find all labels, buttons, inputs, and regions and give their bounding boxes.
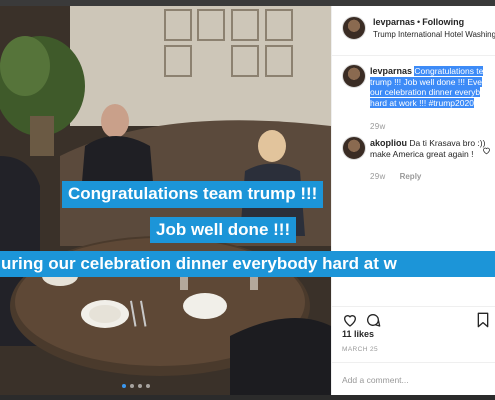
caption-line-2: trump !!! Job well done !!! Eve <box>370 76 482 87</box>
backdrop-bottom <box>0 395 495 400</box>
add-comment-placeholder[interactable]: Add a comment... <box>342 375 409 385</box>
post-date: MARCH 25 <box>342 346 379 353</box>
comment-timestamp[interactable]: 29w <box>370 172 386 181</box>
overlay-caption-2: Job well done !!! <box>150 217 297 243</box>
caption-username[interactable]: levparnas <box>370 66 412 76</box>
follow-status[interactable]: Following <box>422 17 464 27</box>
carousel-dot-3[interactable] <box>138 384 142 388</box>
likes-count[interactable]: 11 likes <box>342 329 374 339</box>
overlay-caption-1: Congratulations team trump !!! <box>62 181 324 208</box>
comment-body-line2: make America great again ! <box>370 149 474 159</box>
post-header: levparnas • Following Trump International … <box>332 6 495 56</box>
bookmark-icon[interactable] <box>476 312 490 333</box>
username-link[interactable]: levparnas <box>373 17 415 27</box>
carousel-dot-4[interactable] <box>146 384 150 388</box>
header-user-line: levparnas • Following <box>373 17 464 27</box>
avatar[interactable] <box>342 16 366 40</box>
overlay-caption-3: uring our celebration dinner everybody h… <box>0 251 495 277</box>
avatar[interactable] <box>342 136 366 160</box>
comment-body: Da ti Krasava bro :)) <box>409 138 486 148</box>
carousel-dot-2[interactable] <box>130 384 134 388</box>
caption-line-4: hard at work !!! #trump2020 <box>370 97 474 108</box>
separator: • <box>417 17 421 27</box>
caption-text: levparnas Congratulations te trump !!! J… <box>370 66 495 108</box>
avatar[interactable] <box>342 64 366 88</box>
heart-small-icon[interactable] <box>482 142 491 160</box>
add-comment-field[interactable]: Add a comment... <box>332 362 495 395</box>
comment-meta: 29w Reply <box>370 172 421 181</box>
reply-button[interactable]: Reply <box>400 172 422 181</box>
location-link[interactable]: Trump International Hotel Washington <box>373 30 495 39</box>
caption-line-3: our celebration dinner everyb <box>370 87 481 97</box>
post-sidebar: levparnas • Following Trump International … <box>331 6 495 395</box>
caption-line-1: Congratulations te <box>414 66 484 76</box>
caption-timestamp[interactable]: 29w <box>370 122 386 131</box>
comment-username[interactable]: akopliou <box>370 138 407 148</box>
carousel-dots[interactable] <box>122 384 150 388</box>
carousel-dot-1[interactable] <box>122 384 126 388</box>
comment-text: akopliou Da ti Krasava bro :)) make Amer… <box>370 138 495 160</box>
